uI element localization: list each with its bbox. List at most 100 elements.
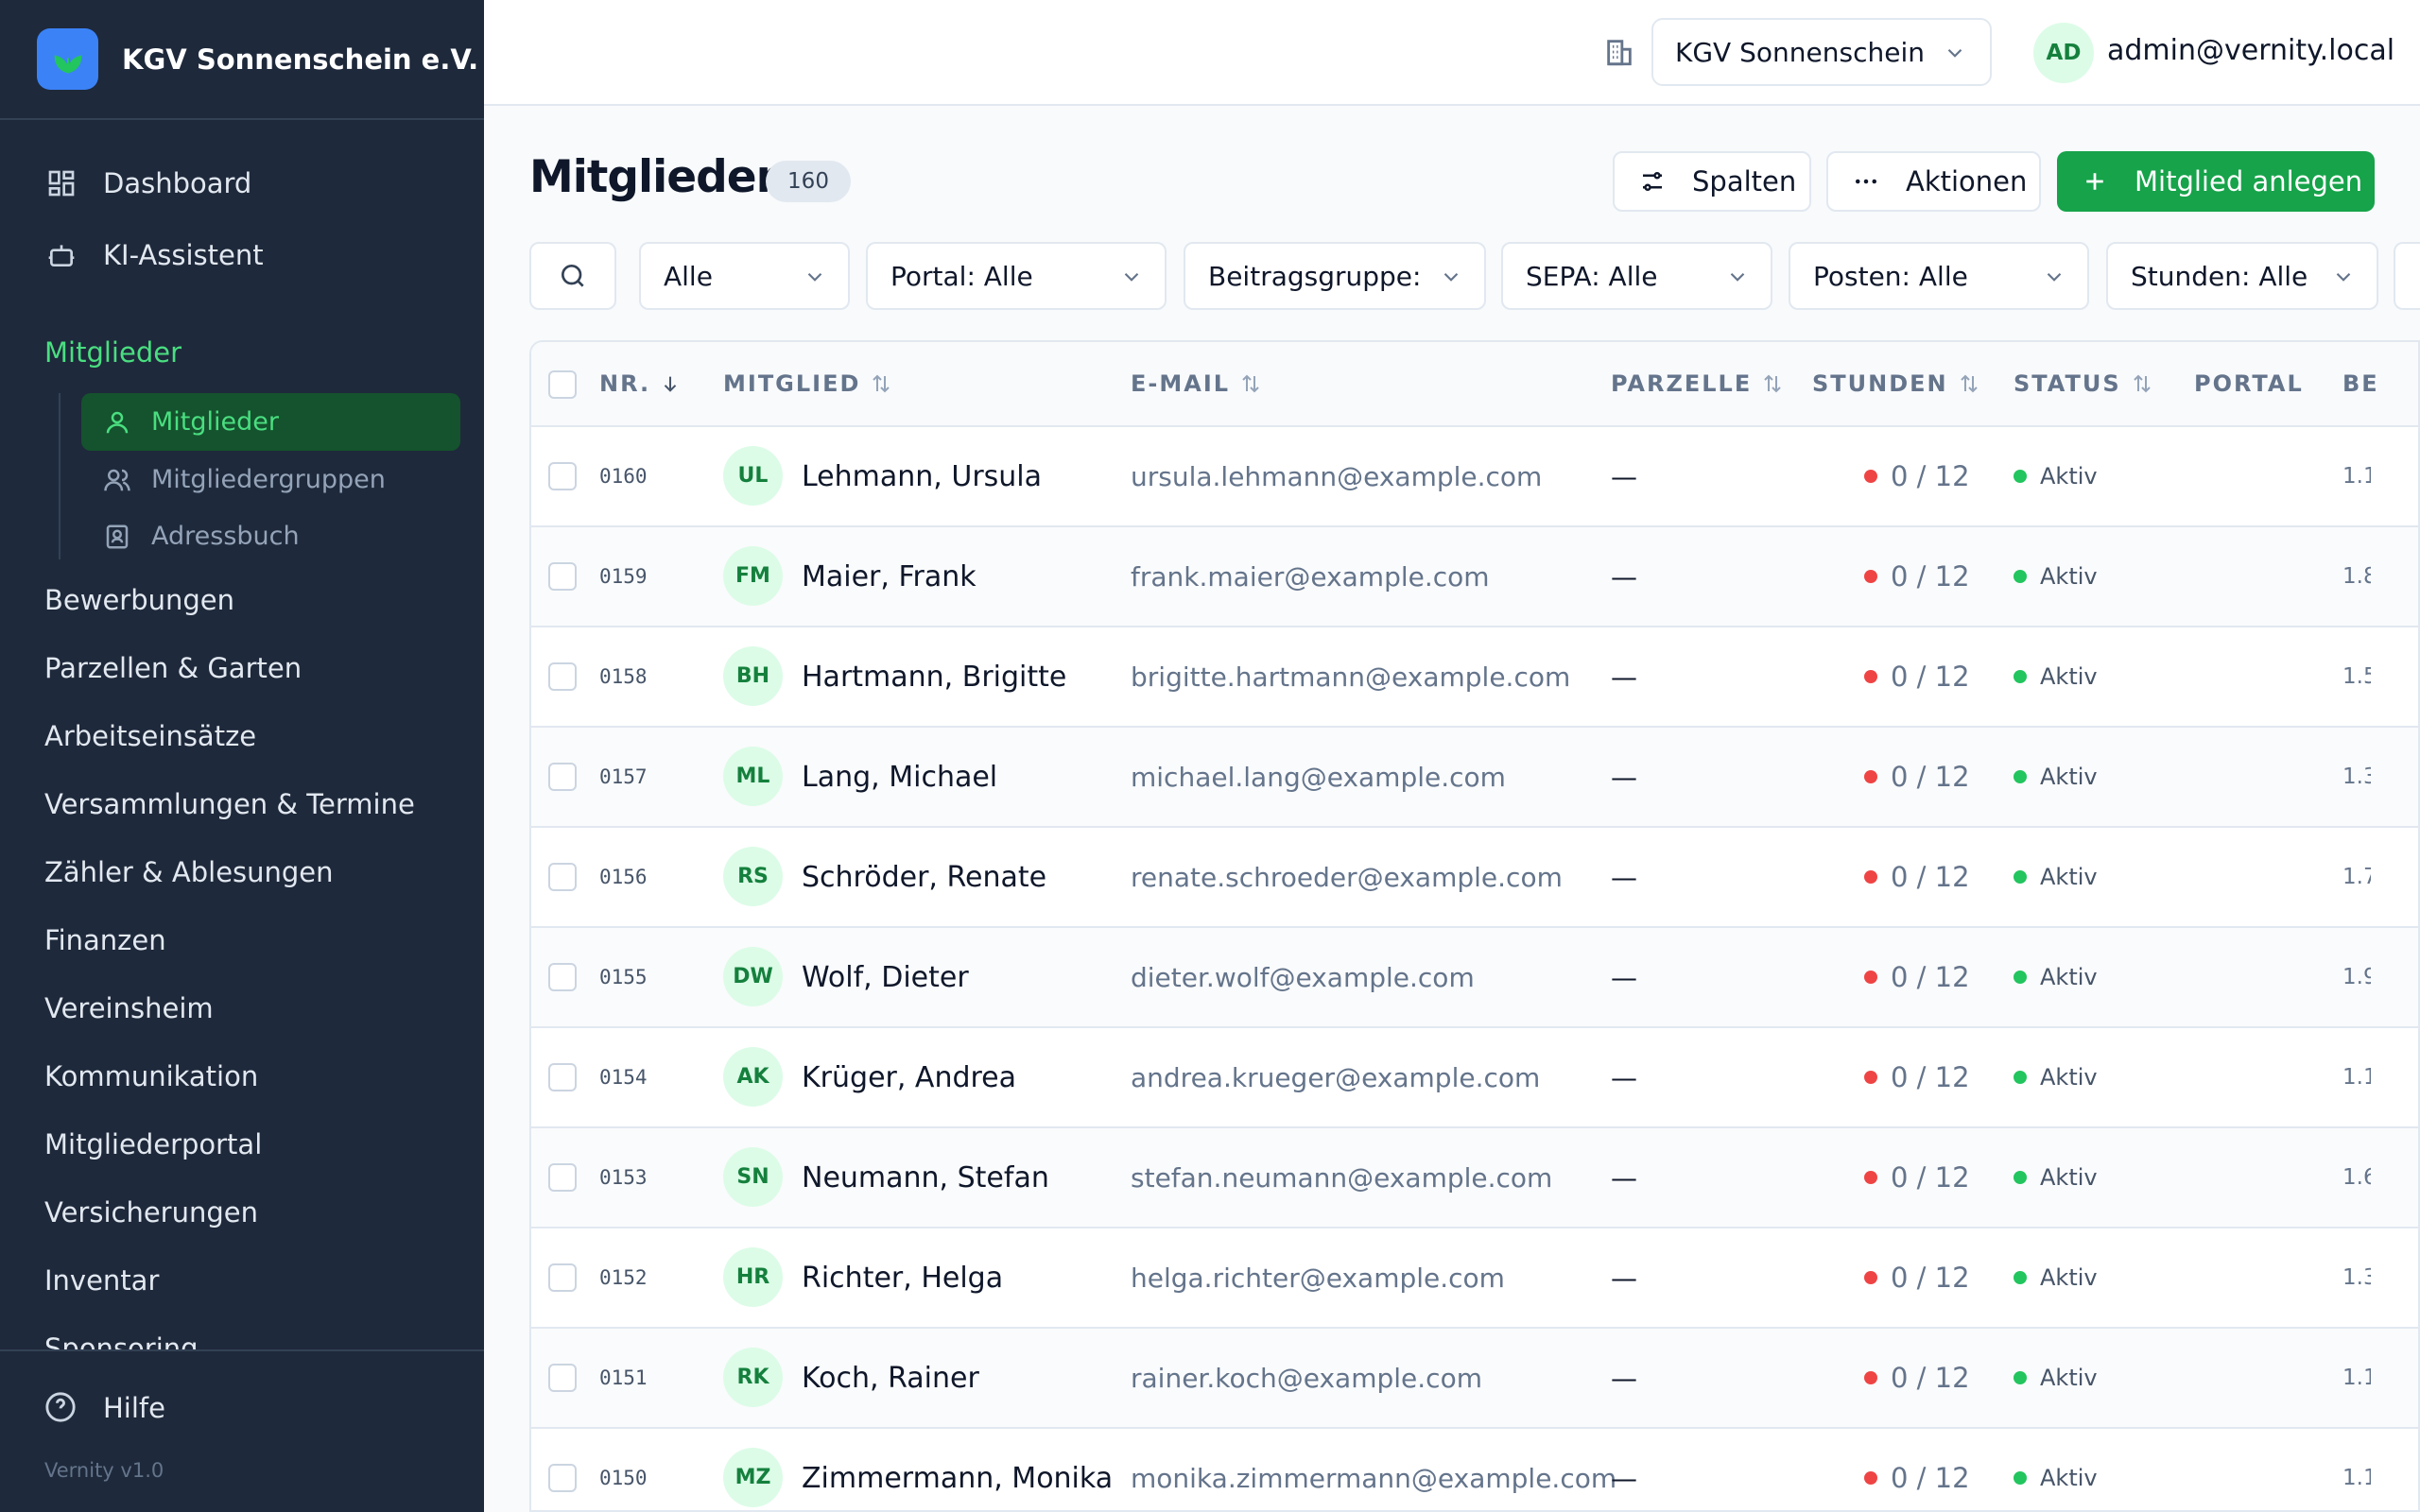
table-row[interactable]: 0153 SN Neumann, Stefan stefan.neumann@exam…	[531, 1128, 2418, 1228]
member-name[interactable]: Krüger, Andrea	[802, 1028, 1016, 1126]
member-email[interactable]: frank.maier@example.com	[1131, 527, 1490, 626]
row-checkbox[interactable]	[548, 1163, 577, 1192]
column-header-nr[interactable]: NR.	[599, 370, 681, 397]
user-avatar[interactable]: AD	[2033, 23, 2094, 83]
table-row[interactable]: 0160 UL Lehmann, Ursula ursula.lehmann@exam…	[531, 427, 2418, 527]
member-name[interactable]: Lang, Michael	[802, 728, 997, 826]
organization-select[interactable]: KGV Sonnenschein e.V.	[1651, 18, 1992, 86]
table-row[interactable]: 0157 ML Lang, Michael michael.lang@example.…	[531, 728, 2418, 828]
actions-button[interactable]: Aktionen	[1826, 151, 2041, 212]
column-header-parzelle[interactable]: PARZELLE	[1611, 370, 1784, 397]
sidebar-group-sponsoring[interactable]: Sponsoring	[44, 1332, 199, 1349]
member-name[interactable]: Koch, Rainer	[802, 1329, 979, 1427]
member-name[interactable]: Zimmermann, Monika	[802, 1429, 1113, 1510]
sidebar-group-versicherungen[interactable]: Versicherungen	[44, 1196, 258, 1228]
member-status: Aktiv	[2014, 427, 2098, 525]
add-member-button[interactable]: Mitglied anlegen	[2057, 151, 2375, 212]
column-header-email[interactable]: E-MAIL	[1131, 370, 1262, 397]
filter-posten[interactable]: Posten: Alle	[1789, 242, 2089, 310]
hours-status-dot	[1864, 1171, 1877, 1184]
column-header-stunden[interactable]: STUNDEN	[1812, 370, 1980, 397]
column-header-status[interactable]: STATUS	[2014, 370, 2153, 397]
table-row[interactable]: 0154 AK Krüger, Andrea andrea.krueger@examp…	[531, 1028, 2418, 1128]
filter-portal[interactable]: Portal: Alle	[866, 242, 1167, 310]
table-row[interactable]: 0159 FM Maier, Frank frank.maier@example.co…	[531, 527, 2418, 627]
row-checkbox[interactable]	[548, 1263, 577, 1292]
organization-select-value: KGV Sonnenschein e.V.	[1675, 36, 1934, 68]
member-be: 1.1.	[2342, 1065, 2371, 1090]
user-email[interactable]: admin@vernity.local	[2107, 34, 2394, 67]
hours-status-dot	[1864, 570, 1877, 583]
filter-beitragsgruppe[interactable]: Beitragsgruppe: Alle	[1184, 242, 1486, 310]
member-email[interactable]: renate.schroeder@example.com	[1131, 828, 1563, 926]
member-parcel: —	[1611, 1262, 1637, 1294]
member-status: Aktiv	[2014, 928, 2098, 1026]
sidebar-group-parzellen[interactable]: Parzellen & Garten	[44, 652, 302, 684]
table-row[interactable]: 0152 HR Richter, Helga helga.richter@exampl…	[531, 1228, 2418, 1329]
column-header-be[interactable]: BE	[2342, 370, 2379, 397]
member-email[interactable]: monika.zimmermann@example.com	[1131, 1429, 1616, 1510]
member-name[interactable]: Schröder, Renate	[802, 828, 1046, 926]
sidebar-subitem-mitglieder[interactable]: Mitglieder	[81, 393, 460, 451]
member-email[interactable]: helga.richter@example.com	[1131, 1228, 1505, 1327]
status-dot	[2014, 971, 2027, 984]
sidebar-group-versammlungen[interactable]: Versammlungen & Termine	[44, 788, 415, 820]
member-email[interactable]: rainer.koch@example.com	[1131, 1329, 1482, 1427]
sidebar-item-dashboard[interactable]: Dashboard	[44, 166, 251, 200]
column-header-portal[interactable]: PORTAL	[2194, 370, 2304, 397]
member-status-value: Aktiv	[2040, 1365, 2098, 1391]
table-row[interactable]: 0151 RK Koch, Rainer rainer.koch@example.co…	[531, 1329, 2418, 1429]
sidebar-group-arbeitseinsaetze[interactable]: Arbeitseinsätze	[44, 720, 256, 752]
row-checkbox[interactable]	[548, 562, 577, 591]
column-header-mitglied[interactable]: MITGLIED	[723, 370, 892, 397]
member-name[interactable]: Maier, Frank	[802, 527, 977, 626]
member-avatar: BH	[723, 646, 783, 706]
filter-sepa[interactable]: SEPA: Alle	[1501, 242, 1772, 310]
row-checkbox[interactable]	[548, 662, 577, 691]
row-checkbox[interactable]	[548, 863, 577, 891]
sidebar-group-mitgliederportal[interactable]: Mitgliederportal	[44, 1128, 262, 1160]
sidebar-group-zaehler[interactable]: Zähler & Ablesungen	[44, 856, 334, 888]
columns-button[interactable]: Spalten	[1613, 151, 1811, 212]
sidebar-item-ki-assistent[interactable]: KI-Assistent	[44, 238, 264, 272]
member-email[interactable]: andrea.krueger@example.com	[1131, 1028, 1540, 1126]
member-name[interactable]: Hartmann, Brigitte	[802, 627, 1066, 726]
member-be: 1.3	[2342, 765, 2371, 789]
table-row[interactable]: 0158 BH Hartmann, Brigitte brigitte.hartman…	[531, 627, 2418, 728]
row-checkbox[interactable]	[548, 1364, 577, 1392]
row-checkbox[interactable]	[548, 1063, 577, 1091]
table-row[interactable]: 0156 RS Schröder, Renate renate.schroeder@e…	[531, 828, 2418, 928]
table-row[interactable]: 0155 DW Wolf, Dieter dieter.wolf@example.co…	[531, 928, 2418, 1028]
filter-stunden[interactable]: Stunden: Alle	[2106, 242, 2378, 310]
member-email[interactable]: michael.lang@example.com	[1131, 728, 1506, 826]
member-email[interactable]: ursula.lehmann@example.com	[1131, 427, 1542, 525]
sidebar-group-inventar[interactable]: Inventar	[44, 1264, 159, 1297]
sidebar-subitem-adressbuch[interactable]: Adressbuch	[81, 507, 460, 565]
sidebar-group-mitglieder[interactable]: Mitglieder	[44, 336, 182, 369]
member-name[interactable]: Neumann, Stefan	[802, 1128, 1049, 1227]
sidebar-group-bewerbungen[interactable]: Bewerbungen	[44, 584, 234, 616]
row-checkbox[interactable]	[548, 462, 577, 490]
help-link[interactable]: Hilfe	[44, 1391, 165, 1425]
select-all-checkbox[interactable]	[548, 370, 577, 399]
row-checkbox[interactable]	[548, 963, 577, 991]
table-row[interactable]: 0150 MZ Zimmermann, Monika monika.zimmerman…	[531, 1429, 2418, 1510]
member-email[interactable]: brigitte.hartmann@example.com	[1131, 627, 1570, 726]
member-name[interactable]: Lehmann, Ursula	[802, 427, 1042, 525]
row-checkbox[interactable]	[548, 763, 577, 791]
member-name[interactable]: Wolf, Dieter	[802, 928, 969, 1026]
sidebar-group-kommunikation[interactable]: Kommunikation	[44, 1060, 258, 1092]
sidebar-group-finanzen[interactable]: Finanzen	[44, 924, 166, 956]
filter-type[interactable]: Alle	[639, 242, 850, 310]
member-email[interactable]: stefan.neumann@example.com	[1131, 1128, 1552, 1227]
filter-more[interactable]	[2394, 242, 2420, 310]
search-button[interactable]	[529, 242, 616, 310]
row-checkbox[interactable]	[548, 1464, 577, 1492]
member-name[interactable]: Richter, Helga	[802, 1228, 1003, 1327]
member-email[interactable]: dieter.wolf@example.com	[1131, 928, 1475, 1026]
sidebar-group-vereinsheim[interactable]: Vereinsheim	[44, 992, 214, 1024]
brand[interactable]: KGV Sonnenschein e.V.	[0, 0, 484, 120]
member-avatar: DW	[723, 947, 783, 1006]
sidebar-subitem-mitgliedergruppen[interactable]: Mitgliedergruppen	[81, 451, 460, 508]
member-status: Aktiv	[2014, 828, 2098, 926]
